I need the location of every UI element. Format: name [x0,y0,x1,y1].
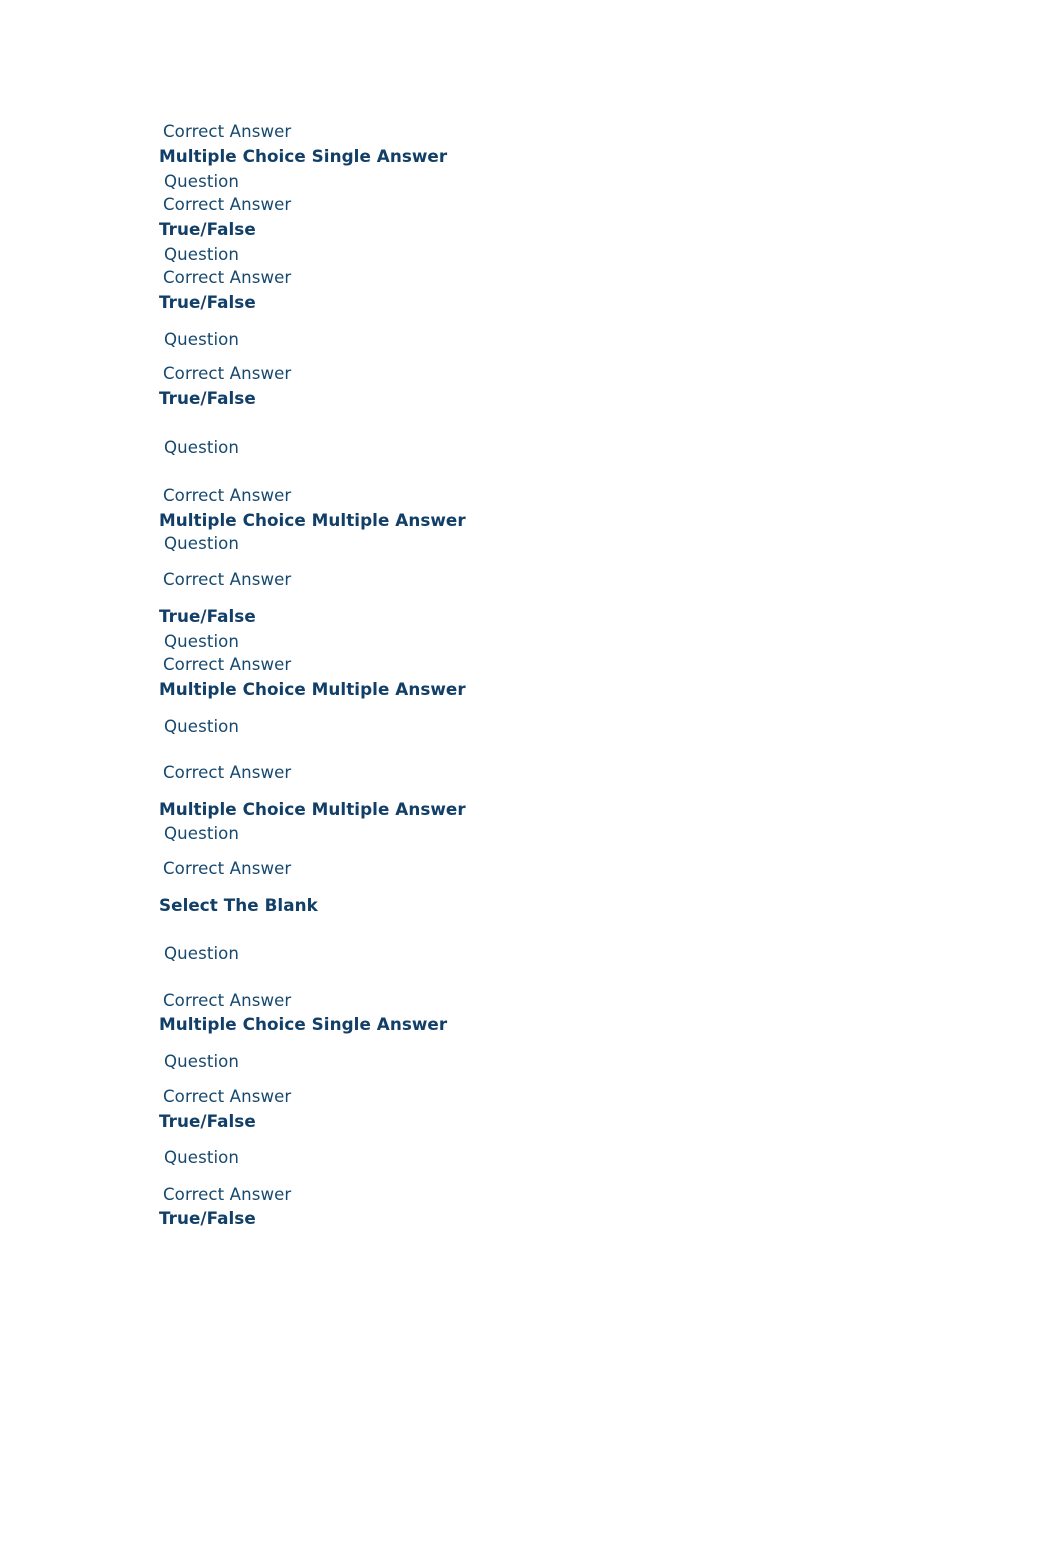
question-type-heading: True/False [159,1111,256,1131]
field-label: Correct Answer [163,122,292,141]
field-label: Question [164,330,240,349]
field-label: Question [164,717,240,736]
field-label: Correct Answer [163,195,292,214]
field-label: Correct Answer [163,364,292,383]
field-label: Question [164,172,240,191]
field-label: Question [164,438,240,457]
question-type-heading: True/False [159,388,256,408]
field-label: Question [164,245,240,264]
question-type-heading: Multiple Choice Single Answer [159,146,448,166]
field-label: Question [164,944,240,963]
field-label: Correct Answer [163,570,292,589]
document-page: Correct Answer Multiple Choice Single Ans… [0,0,1062,1556]
field-label: Correct Answer [163,268,292,287]
question-type-heading: True/False [159,219,256,239]
question-type-heading: Multiple Choice Multiple Answer [159,799,466,819]
field-label: Question [164,824,240,843]
question-type-heading: True/False [159,606,256,626]
field-label: Correct Answer [163,859,292,878]
question-type-heading: Multiple Choice Multiple Answer [159,510,466,530]
question-type-heading: Multiple Choice Single Answer [159,1014,448,1034]
question-type-heading: Multiple Choice Multiple Answer [159,679,466,699]
field-label: Correct Answer [163,763,292,782]
field-label: Question [164,534,240,553]
field-label: Correct Answer [163,991,292,1010]
question-type-heading: Select The Blank [159,895,318,915]
field-label: Correct Answer [163,486,292,505]
field-label: Correct Answer [163,1185,292,1204]
field-label: Correct Answer [163,655,292,674]
field-label: Question [164,1052,240,1071]
question-type-heading: True/False [159,292,256,312]
field-label: Question [164,632,240,651]
question-type-heading: True/False [159,1208,256,1228]
field-label: Question [164,1148,240,1167]
field-label: Correct Answer [163,1087,292,1106]
